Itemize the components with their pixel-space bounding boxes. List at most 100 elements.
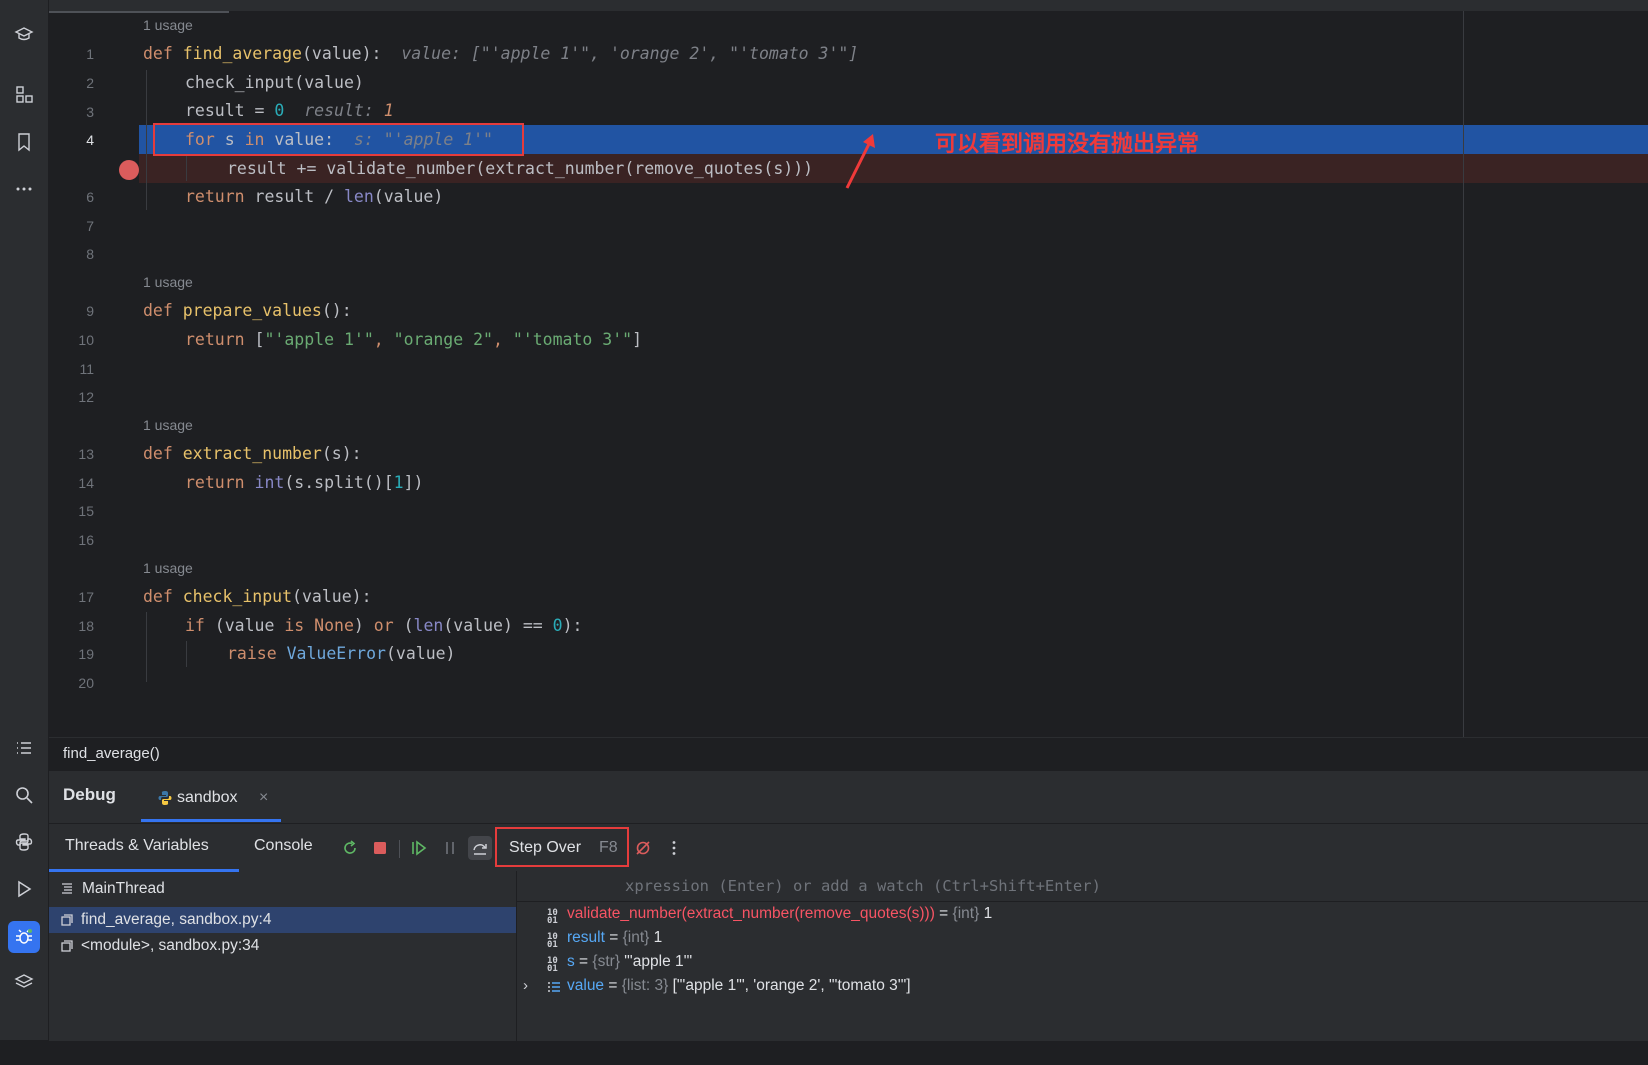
more-icon[interactable] — [8, 173, 40, 205]
code-line-5: result += validate_number(extract_number… — [227, 159, 814, 178]
line-number: 12 — [78, 389, 94, 405]
code-text: (): — [321, 301, 352, 320]
variable-type: {str} — [592, 953, 620, 970]
line-number: 15 — [78, 503, 94, 519]
tab-console[interactable]: Console — [254, 837, 313, 855]
usage-hint[interactable]: 1 usage — [143, 417, 193, 433]
tool-window-strip — [0, 0, 49, 1040]
code-text: ) — [353, 616, 374, 635]
code-line-2: check_input(value) — [185, 73, 364, 92]
code-line-6: return result / len(value) — [185, 182, 443, 211]
indent-guide — [186, 155, 187, 181]
debug-session-tab[interactable]: sandbox × — [141, 777, 281, 822]
variable-row[interactable]: 10 01 validate_number(extract_number(remo… — [517, 903, 992, 927]
code-line-18: if (value is None) or (len(value) == 0): — [185, 611, 582, 640]
builtin-name: int — [244, 473, 285, 492]
frame-item-find-average[interactable]: find_average, sandbox.py:4 — [49, 907, 516, 933]
more-options-icon[interactable] — [662, 836, 686, 860]
code-text: (value) — [385, 644, 456, 663]
variable-value: 1 — [979, 905, 993, 922]
code-text: [ — [244, 330, 265, 349]
tab-threads-variables[interactable]: Threads & Variables — [49, 824, 239, 872]
line-number: 18 — [78, 618, 94, 634]
code-line-10: return ["'apple 1'", "orange 2", "'tomat… — [185, 325, 642, 354]
list-type-icon — [548, 982, 560, 992]
code-line-17: def check_input(value): — [143, 582, 372, 611]
python-console-icon[interactable] — [8, 826, 40, 858]
debug-toolbar: Threads & Variables Console — [49, 823, 1648, 872]
variable-value: "'apple 1'" — [620, 953, 693, 970]
breadcrumb-function[interactable]: find_average() — [63, 745, 160, 762]
code-text: (value) — [373, 187, 444, 206]
resume-icon[interactable] — [407, 836, 431, 860]
step-over-tooltip: Step Over F8 — [495, 827, 629, 867]
indent-guide — [146, 70, 147, 210]
stop-icon[interactable] — [368, 836, 392, 860]
variable-row[interactable]: 10 01 s = {str} "'apple 1'" — [517, 951, 692, 975]
run-icon[interactable] — [8, 873, 40, 905]
bookmarks-icon[interactable] — [8, 126, 40, 158]
pause-icon[interactable] — [438, 836, 462, 860]
frame-label: find_average, sandbox.py:4 — [81, 911, 272, 928]
layers-icon[interactable] — [8, 965, 40, 997]
step-over-icon[interactable] — [468, 836, 492, 860]
string-type-icon: 10 01 — [547, 956, 558, 974]
variable-row[interactable]: 10 01 result = {int} 1 — [517, 927, 662, 951]
frame-label: <module>, sandbox.py:34 — [81, 937, 260, 954]
string-literal: "'tomato 3'" — [512, 330, 633, 349]
structure-icon[interactable] — [8, 78, 40, 110]
string-literal: "'apple 1'" — [264, 330, 374, 349]
watch-expression-input[interactable]: xpression (Enter) or add a watch (Ctrl+S… — [517, 871, 1648, 902]
line-number: 8 — [86, 246, 94, 262]
frame-item-module[interactable]: <module>, sandbox.py:34 — [49, 933, 516, 959]
code-text: (value — [204, 616, 285, 635]
inline-debug-value: 1 — [383, 101, 394, 120]
todo-list-icon[interactable] — [8, 732, 40, 764]
code-editor[interactable]: 1 2 3 4 6 7 8 9 10 11 12 13 14 15 16 17 … — [49, 0, 1648, 737]
variable-name: result — [567, 929, 605, 946]
variable-eq: = — [604, 977, 622, 994]
usage-hint[interactable]: 1 usage — [143, 17, 193, 33]
annotation-arrow-icon — [845, 134, 875, 189]
watch-placeholder: xpression (Enter) or add a watch (Ctrl+S… — [625, 877, 1101, 895]
breakpoint-icon[interactable] — [119, 160, 139, 180]
line-number: 4 — [86, 132, 94, 148]
debug-bug-icon[interactable] — [8, 921, 40, 953]
rerun-icon[interactable] — [338, 836, 362, 860]
frame-icon — [61, 940, 73, 952]
breadcrumb[interactable]: find_average() — [49, 737, 1648, 770]
thread-selector[interactable]: MainThread — [49, 876, 516, 902]
line-number: 6 — [86, 189, 94, 205]
variable-eq: = — [604, 929, 623, 946]
toolbar-separator — [399, 840, 400, 858]
line-number: 13 — [78, 446, 94, 462]
usage-hint[interactable]: 1 usage — [143, 274, 193, 290]
usage-hint[interactable]: 1 usage — [143, 560, 193, 576]
code-text: , — [373, 330, 394, 349]
keyword: return — [185, 187, 245, 206]
tab-label: Threads & Variables — [65, 837, 209, 854]
number-type-icon: 10 01 — [547, 932, 558, 950]
mute-breakpoints-icon[interactable] — [631, 836, 655, 860]
search-icon[interactable] — [8, 779, 40, 811]
variable-row[interactable]: › value = {list: 3} ["'apple 1'", 'orang… — [517, 975, 911, 999]
keyword: return — [185, 473, 245, 492]
thread-icon — [62, 883, 72, 894]
variable-name: s — [567, 953, 575, 970]
variable-type: {list: 3} — [621, 977, 669, 994]
learn-icon[interactable] — [8, 18, 40, 50]
editor-tab-bar — [49, 0, 1648, 13]
code-text: (value): — [301, 44, 382, 63]
expand-chevron-icon[interactable]: › — [523, 977, 528, 994]
close-tab-icon[interactable]: × — [259, 789, 268, 807]
line-number: 20 — [78, 675, 94, 691]
variable-name: validate_number(extract_number(remove_qu… — [567, 905, 935, 922]
line-number: 14 — [78, 475, 94, 491]
line-number-gutter[interactable]: 1 2 3 4 6 7 8 9 10 11 12 13 14 15 16 17 … — [49, 11, 139, 737]
number-type-icon: 10 01 — [547, 908, 558, 926]
keyword: or — [373, 616, 394, 635]
highlight-box — [153, 123, 524, 156]
code-line-9: def prepare_values(): — [143, 296, 352, 325]
keyword: if — [185, 616, 205, 635]
code-text: result / — [244, 187, 344, 206]
